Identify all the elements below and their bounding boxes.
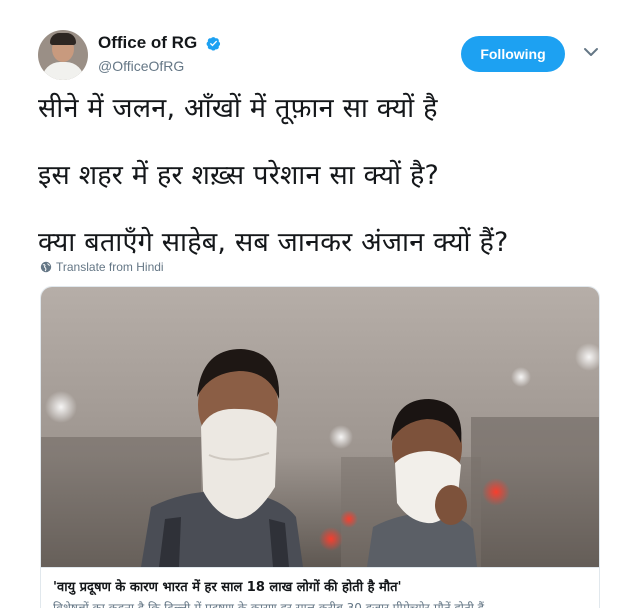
author-handle[interactable]: @OfficeOfRG [98, 58, 184, 74]
author-display-name[interactable]: Office of RG [98, 33, 197, 53]
link-card[interactable]: 'वायु प्रदूषण के कारण भारत में हर साल 18… [40, 286, 600, 608]
tweet-text-line-2: इस शहर में हर शख़्स परेशान सा क्यों है? [38, 160, 440, 191]
chevron-down-icon[interactable] [583, 46, 599, 58]
card-image[interactable] [41, 287, 600, 567]
tweet-text-line-1: सीने में जलन, आँखों में तूफ़ान सा क्यों … [38, 93, 438, 124]
avatar[interactable] [38, 30, 88, 80]
card-text[interactable]: 'वायु प्रदूषण के कारण भारत में हर साल 18… [41, 567, 599, 608]
translate-link[interactable]: Translate from Hindi [40, 260, 164, 274]
tweet-text-line-3: क्या बताएँगे साहेब, सब जानकर अंजान क्यों… [38, 227, 509, 258]
following-button[interactable]: Following [461, 36, 565, 72]
translate-label[interactable]: Translate from Hindi [56, 260, 164, 274]
tweet: Office of RG @OfficeOfRG Following सीने … [0, 0, 617, 608]
globe-icon [40, 261, 52, 273]
verified-badge-icon [206, 37, 221, 51]
card-description: विशेषज्ञों का कहना है कि दिल्ली में प्रद… [53, 601, 485, 608]
card-title[interactable]: 'वायु प्रदूषण के कारण भारत में हर साल 18… [53, 577, 589, 595]
